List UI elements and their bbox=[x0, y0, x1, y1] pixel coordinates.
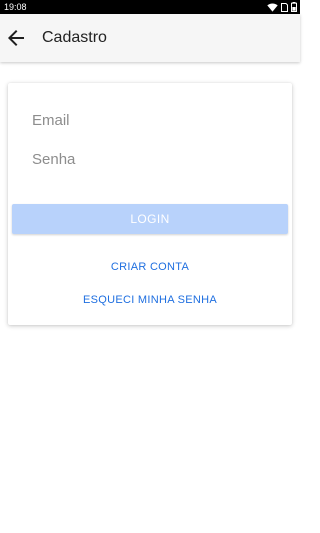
wifi-icon bbox=[267, 2, 278, 12]
app-bar: Cadastro bbox=[0, 14, 300, 62]
login-card: LOGIN CRIAR CONTA ESQUECI MINHA SENHA bbox=[8, 83, 292, 325]
battery-icon bbox=[291, 2, 297, 12]
sim-icon bbox=[281, 2, 288, 12]
back-button[interactable] bbox=[4, 26, 28, 50]
status-bar: 19:08 bbox=[0, 0, 300, 14]
status-icons bbox=[267, 2, 297, 12]
status-time: 19:08 bbox=[4, 2, 27, 12]
email-field[interactable] bbox=[32, 108, 276, 132]
login-button[interactable]: LOGIN bbox=[12, 204, 288, 234]
page-title: Cadastro bbox=[42, 29, 107, 46]
arrow-left-icon bbox=[4, 26, 28, 50]
create-account-button[interactable]: CRIAR CONTA bbox=[8, 259, 292, 275]
password-field[interactable] bbox=[32, 147, 276, 171]
forgot-password-button[interactable]: ESQUECI MINHA SENHA bbox=[8, 292, 292, 308]
